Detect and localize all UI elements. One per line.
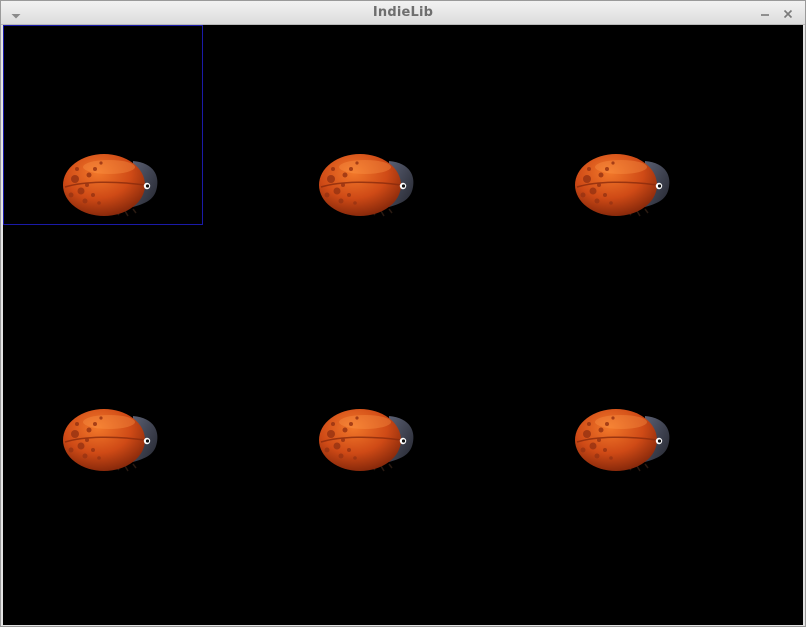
window-title: IndieLib — [372, 5, 434, 20]
ladybug-sprite[interactable] — [315, 406, 417, 474]
app-window: IndieLib — [0, 0, 806, 627]
ladybug-sprite[interactable] — [571, 406, 673, 474]
game-canvas[interactable] — [3, 25, 803, 625]
title-bar[interactable]: IndieLib — [1, 1, 805, 25]
ladybug-sprite[interactable] — [59, 151, 161, 219]
ladybug-sprite[interactable] — [59, 406, 161, 474]
ladybug-sprite[interactable] — [315, 151, 417, 219]
ladybug-sprite[interactable] — [571, 151, 673, 219]
minimize-icon[interactable] — [758, 6, 772, 20]
close-icon[interactable] — [781, 6, 795, 20]
